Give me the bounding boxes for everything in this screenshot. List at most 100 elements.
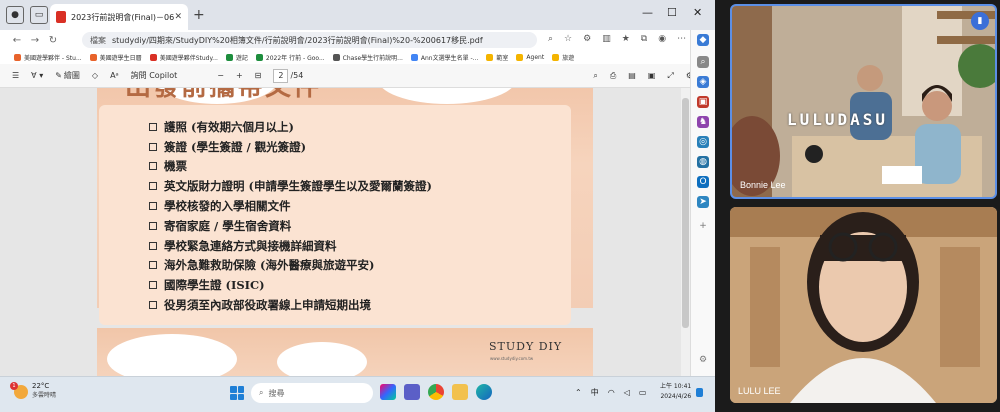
checkbox-icon [149, 221, 157, 230]
shopping-icon[interactable]: ▣ [697, 96, 709, 108]
minimize-button[interactable]: — [642, 6, 653, 19]
profile-avatar-icon[interactable]: ◉ [658, 34, 666, 44]
close-tab-icon[interactable]: ✕ [174, 12, 182, 22]
participant-video-tile[interactable]: LULUDASU ▮ Bonnie Lee [730, 4, 997, 199]
checkbox-icon [149, 261, 157, 270]
maximize-button[interactable]: ☐ [667, 6, 677, 19]
extension-icon[interactable]: ⚙ [583, 34, 591, 44]
tag-icon[interactable]: ◈ [697, 76, 709, 88]
pdf-viewer[interactable]: 出發前攜帶文件 護照 (有效期六個月以上) 簽證 (學生簽證 / 觀光簽證) 機… [0, 88, 690, 376]
bookmark-item[interactable]: Ann文選學生名單 -... [410, 53, 478, 62]
tab-pdf[interactable]: 2023行前說明會(Final)－0617移民 ✕ [50, 4, 188, 30]
search-icon[interactable]: ⌕ [697, 56, 709, 68]
start-button[interactable] [230, 386, 244, 400]
pdf-page: 出發前攜帶文件 護照 (有效期六個月以上) 簽證 (學生簽證 / 觀光簽證) 機… [97, 88, 593, 325]
browser-tab-bar: ● ▭ 2023行前說明會(Final)－0617移民 ✕ + — ☐ ✕ [0, 0, 715, 30]
read-aloud-icon[interactable]: Aᵃ [110, 71, 119, 80]
back-icon[interactable]: ← [8, 35, 26, 46]
highlight-icon[interactable]: ∀ ▾ [31, 71, 43, 80]
games-icon[interactable]: ♞ [697, 116, 709, 128]
participant-name: Bonnie Lee [740, 180, 786, 190]
checklist-item: 寄宿家庭 / 學生宿舍資料 [149, 216, 432, 236]
zoom-out-button[interactable]: − [217, 71, 224, 80]
ime-indicator[interactable]: 中 [591, 387, 599, 398]
bookmark-item[interactable]: Agent [516, 53, 544, 61]
bookmark-item[interactable]: 美國遊學夥伴Study... [149, 53, 218, 62]
page-heading: 出發前攜帶文件 [125, 88, 321, 103]
profile-icon[interactable]: ● [6, 6, 24, 24]
tools-icon[interactable]: ◎ [697, 136, 709, 148]
channel-watermark: LULUDASU [787, 110, 889, 129]
page-number-input[interactable]: 2 [273, 68, 289, 83]
zoom-in-button[interactable]: + [236, 71, 243, 80]
collections-icon[interactable]: ⧉ [641, 34, 647, 44]
checklist-item: 學校緊急連絡方式與接機詳細資料 [149, 236, 432, 256]
office-icon[interactable]: ◍ [697, 156, 709, 168]
checklist-item: 學校核發的入學相關文件 [149, 196, 432, 216]
pdf-scrollbar[interactable] [681, 88, 690, 376]
close-window-button[interactable]: ✕ [693, 6, 702, 19]
battery-icon[interactable]: ▭ [639, 388, 647, 397]
edge-icon[interactable] [476, 384, 492, 400]
tab-actions-icon[interactable]: ▭ [30, 6, 48, 24]
bookmark-item[interactable]: 旅遊 [552, 53, 574, 62]
more-icon[interactable]: ⋯ [677, 34, 686, 44]
split-screen-icon[interactable]: ▥ [602, 34, 611, 44]
time-text: 上午 10:41 [660, 383, 692, 390]
save-icon[interactable]: ▤ [628, 71, 636, 80]
favorites-icon[interactable]: ★ [622, 34, 630, 44]
cloud-decoration [377, 88, 517, 104]
chevron-up-icon[interactable]: ⌃ [575, 388, 582, 397]
sheets-icon [255, 53, 263, 61]
bookmark-item[interactable]: 美國遊學生日曆 [89, 53, 142, 62]
checkbox-icon [149, 162, 157, 171]
volume-icon[interactable]: ◁ [624, 388, 630, 397]
pdf-icon [56, 11, 66, 23]
copilot-icon[interactable]: ◆ [697, 34, 709, 46]
cloud-decoration [107, 334, 237, 376]
bookmark-item[interactable]: 2022年 行前 - Goo... [255, 53, 325, 62]
temperature: 22°C [32, 382, 50, 390]
bookmark-item[interactable]: 遊記 [225, 53, 248, 62]
search-icon[interactable]: ⌕ [593, 71, 597, 81]
taskbar-search[interactable]: ⌕ 搜尋 [251, 383, 373, 403]
print-icon[interactable]: ⎙ [610, 71, 616, 81]
refresh-icon[interactable]: ↻ [44, 35, 62, 46]
bookmark-item[interactable]: 美國遊學夥伴 - Stu... [14, 53, 82, 62]
copilot-button[interactable]: 詢問 Copilot [131, 70, 178, 81]
document-card: 護照 (有效期六個月以上) 簽證 (學生簽證 / 觀光簽證) 機票 英文版財力證… [99, 105, 571, 325]
weather-widget[interactable]: 1 22°C 多雲時晴 [10, 382, 56, 399]
file-label: 檔案 [90, 35, 106, 45]
scrollbar-thumb[interactable] [682, 98, 689, 328]
checklist-item: 國際學生證 (ISIC) [149, 275, 432, 295]
checklist-item: 簽證 (學生簽證 / 觀光簽證) [149, 137, 432, 157]
new-tab-button[interactable]: + [193, 7, 205, 23]
notification-bell-icon[interactable] [696, 388, 703, 397]
chrome-icon[interactable] [428, 384, 444, 400]
fullscreen-icon[interactable]: ⤢ [667, 71, 673, 81]
participant-video-tile[interactable]: LULU LEE [730, 207, 997, 403]
file-explorer-icon[interactable] [452, 384, 468, 400]
favorite-star-icon[interactable]: ☆ [564, 34, 572, 44]
contents-icon[interactable]: ☰ [12, 71, 19, 80]
bookmark-item[interactable]: 範室 [486, 53, 508, 62]
outlook-icon[interactable]: O [697, 176, 709, 188]
save-as-icon[interactable]: ▣ [648, 71, 656, 80]
forward-icon[interactable]: → [26, 35, 44, 46]
zoom-icon[interactable]: ⌕ [548, 34, 553, 44]
draw-button[interactable]: ✎ 繪圖 [55, 70, 80, 81]
page-navigator: 2 /54 [273, 68, 303, 83]
fit-page-icon[interactable]: ⊟ [255, 71, 262, 80]
sidebar-settings-icon[interactable]: ⚙ [697, 354, 709, 366]
send-icon[interactable]: ➤ [697, 196, 709, 208]
copilot-app-icon[interactable] [380, 384, 396, 400]
brand-website: www.studydiy.com.tw [490, 356, 534, 361]
address-bar-actions: ⌕ ☆ ⚙ ▥ ★ ⧉ ◉ ⋯ [548, 34, 686, 44]
clock[interactable]: 上午 10:41 2024/4/26 [660, 382, 691, 402]
wifi-icon[interactable]: ◠ [608, 388, 615, 397]
teams-icon[interactable] [404, 384, 420, 400]
address-bar[interactable]: 檔案 studydiy/四期來/StudyDIY%20相簿文件/行前說明會/20… [82, 32, 537, 48]
add-icon[interactable]: + [697, 220, 709, 232]
eraser-icon[interactable]: ◇ [92, 71, 98, 80]
bookmark-item[interactable]: Chase學生行前說明... [332, 53, 403, 62]
